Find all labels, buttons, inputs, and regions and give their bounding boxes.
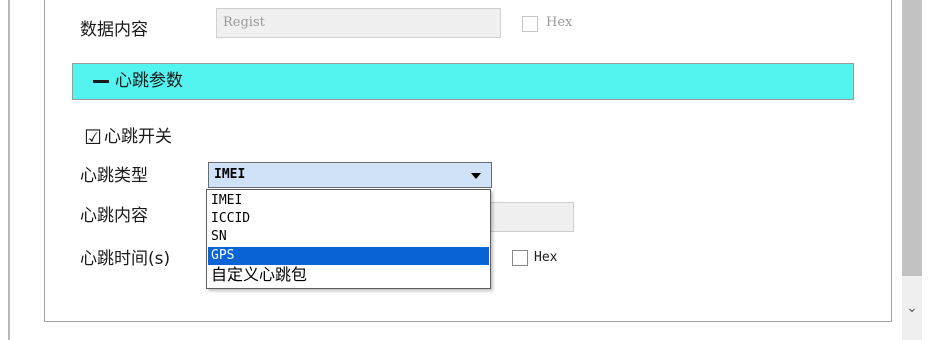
dropdown-option-sn[interactable]: SN xyxy=(208,228,489,246)
heartbeat-type-selected: IMEI xyxy=(214,167,246,182)
heartbeat-switch-checkbox[interactable]: ☑ xyxy=(84,127,102,147)
heartbeat-content-label: 心跳内容 xyxy=(80,206,148,226)
data-hex-label: Hex xyxy=(546,15,573,30)
heartbeat-hex-checkbox[interactable] xyxy=(512,250,528,266)
data-content-input[interactable]: Regist xyxy=(216,8,501,38)
scrollbar-thumb[interactable] xyxy=(902,0,922,276)
heartbeat-type-label: 心跳类型 xyxy=(80,166,148,186)
data-hex-checkbox[interactable] xyxy=(522,16,538,32)
heartbeat-content-input[interactable] xyxy=(490,202,574,232)
data-content-label: 数据内容 xyxy=(80,20,148,40)
dropdown-option-gps[interactable]: GPS xyxy=(208,247,489,265)
heartbeat-section-title: 心跳参数 xyxy=(115,71,183,91)
heartbeat-switch-label: 心跳开关 xyxy=(104,127,172,147)
dropdown-option-custom[interactable]: 自定义心跳包 xyxy=(208,265,489,287)
window-left-edge xyxy=(8,0,10,340)
heartbeat-type-select[interactable]: IMEI xyxy=(208,162,492,188)
heartbeat-type-dropdown: IMEI ICCID SN GPS 自定义心跳包 xyxy=(206,189,491,289)
collapse-icon[interactable] xyxy=(93,80,109,83)
dropdown-option-iccid[interactable]: ICCID xyxy=(208,210,489,228)
dropdown-option-imei[interactable]: IMEI xyxy=(208,192,489,210)
scroll-down-icon[interactable]: ⌄ xyxy=(902,296,922,320)
heartbeat-hex-label: Hex xyxy=(534,250,558,265)
heartbeat-time-label: 心跳时间(s) xyxy=(80,249,171,269)
heartbeat-section-header[interactable]: 心跳参数 xyxy=(72,63,854,100)
data-content-value: Regist xyxy=(223,15,265,30)
chevron-down-icon[interactable] xyxy=(471,173,481,179)
